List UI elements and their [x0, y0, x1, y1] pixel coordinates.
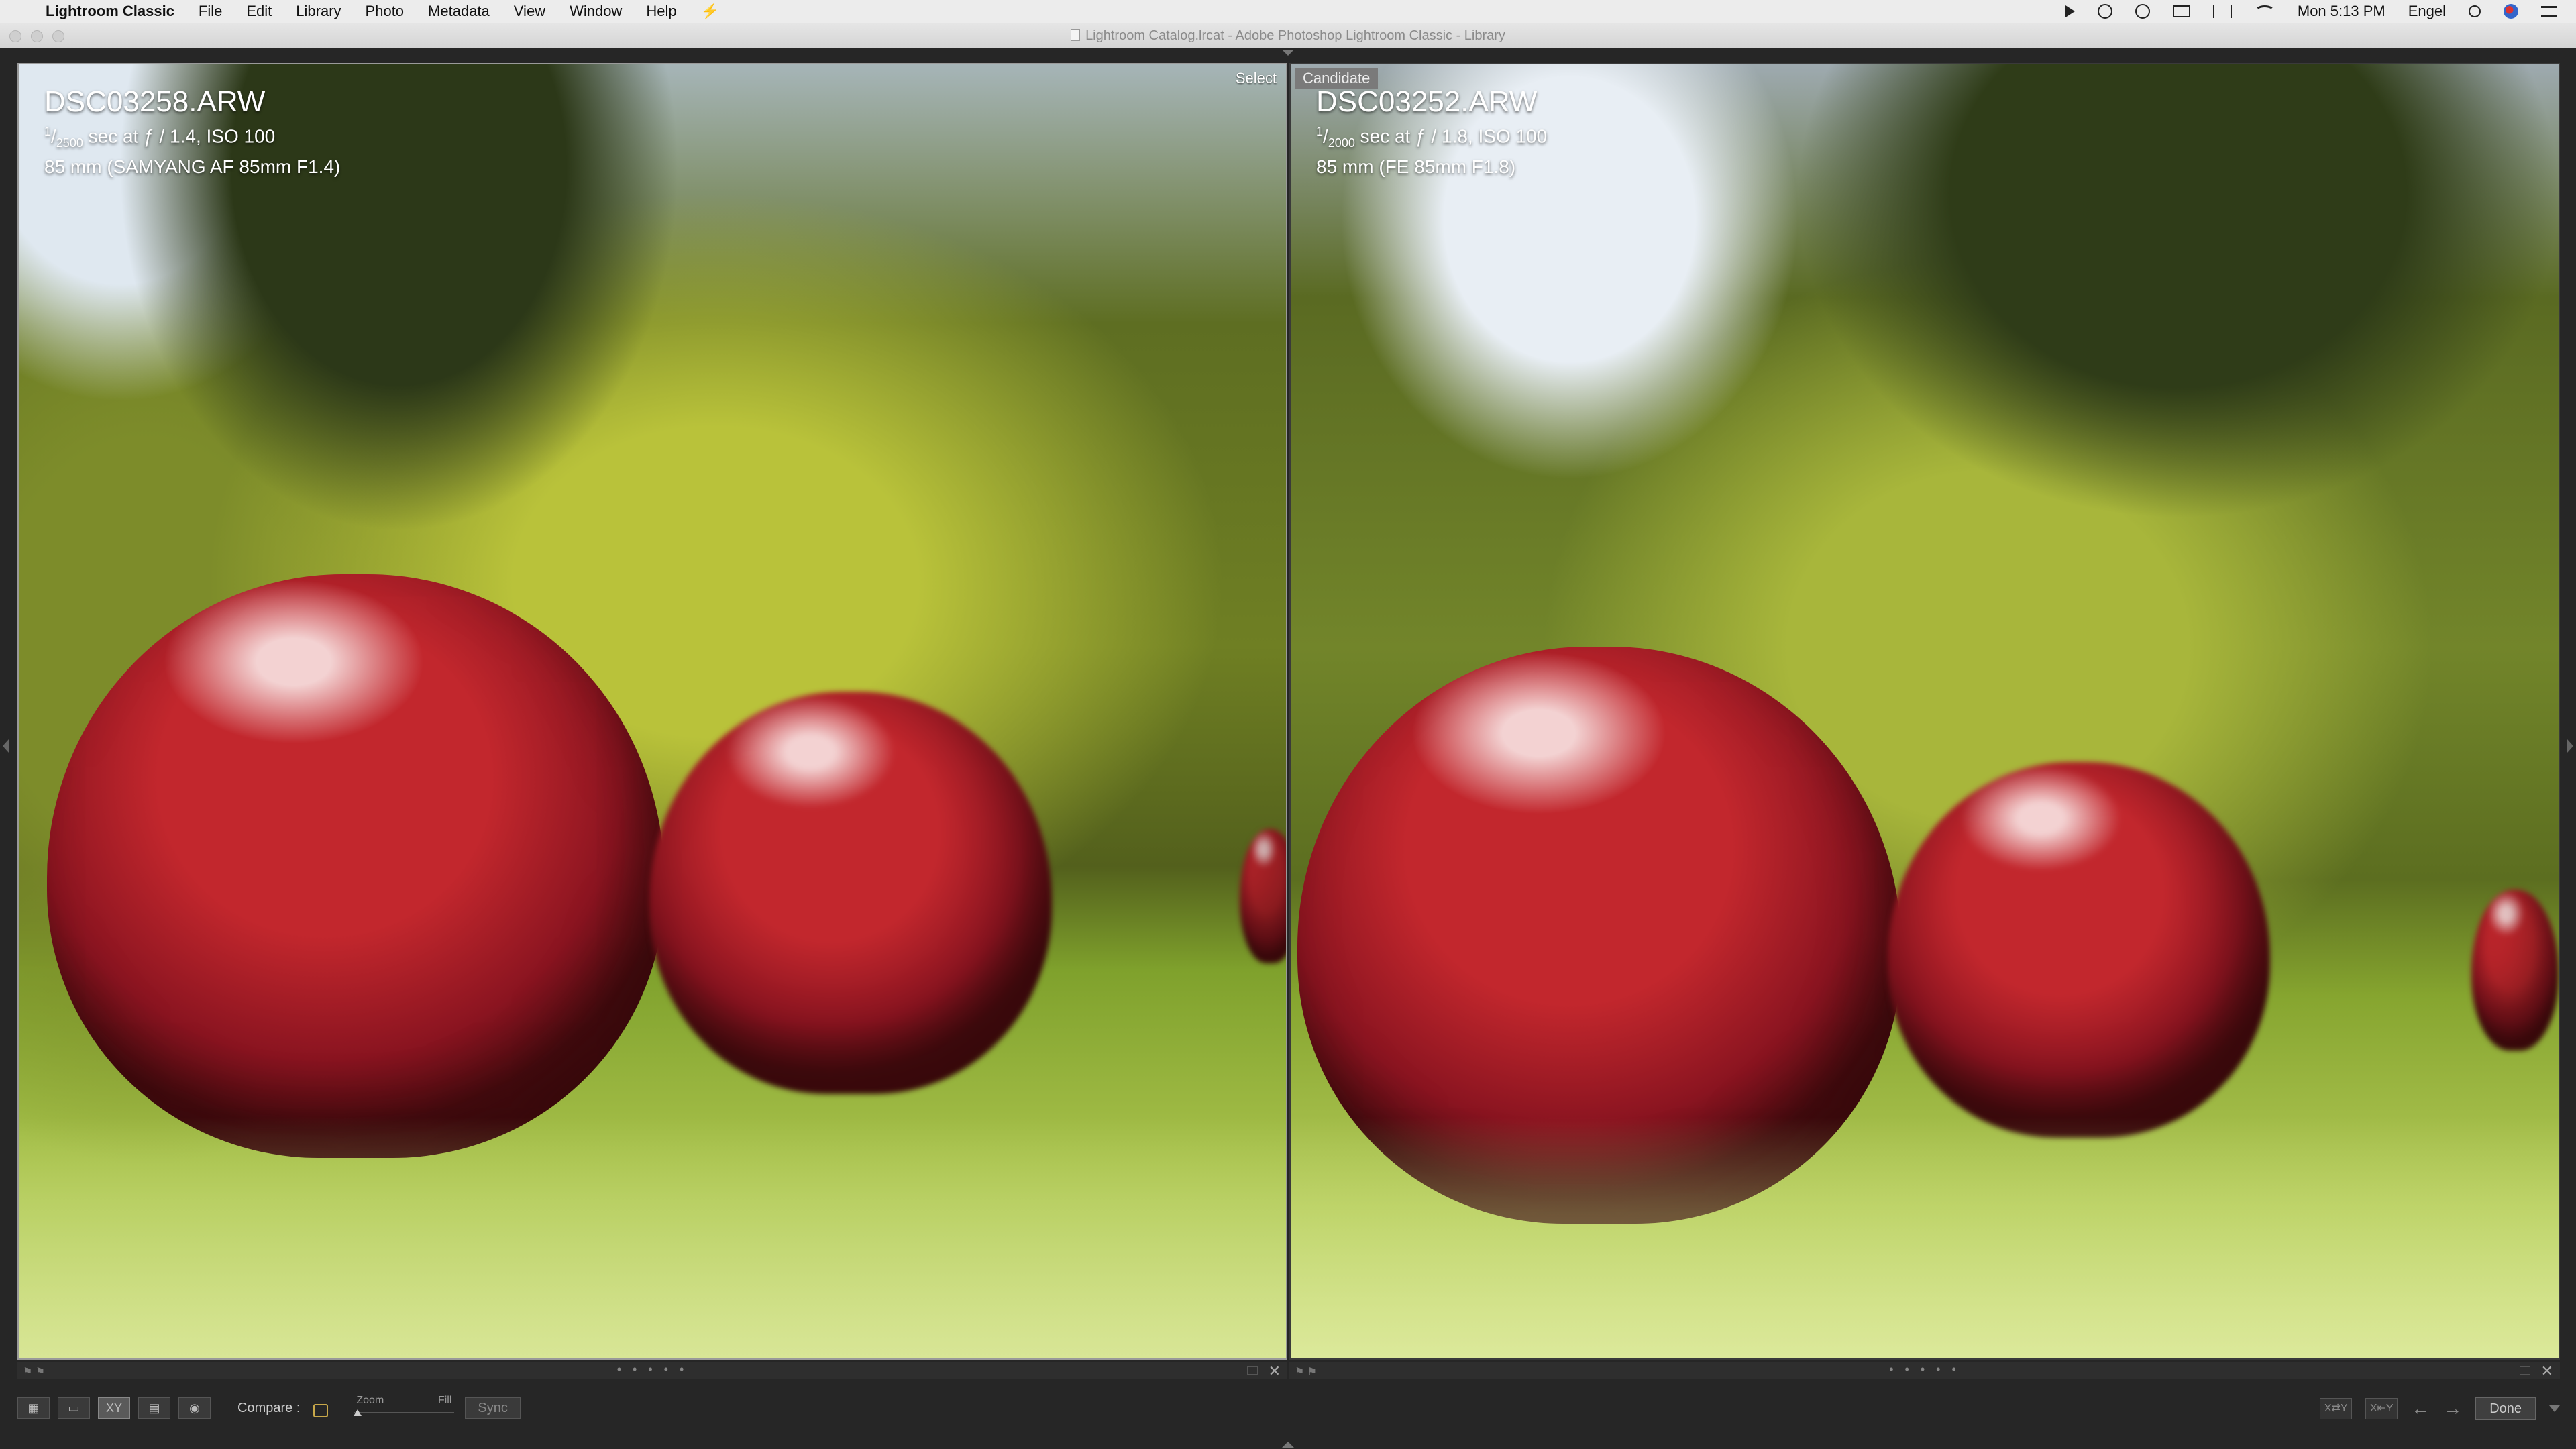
exposure-rest: sec at ƒ / 1.8, ISO 100 — [1354, 125, 1548, 147]
notification-center-icon[interactable] — [2541, 6, 2557, 17]
shutter-numerator: 1 — [44, 125, 52, 138]
flag-icons[interactable]: ⚑ ⚑ — [23, 1365, 45, 1379]
apple-foreground — [47, 574, 664, 1158]
done-button[interactable]: Done — [2475, 1397, 2536, 1420]
photo-info-overlay: DSC03258.ARW 1/2500 sec at ƒ / 1.4, ISO … — [44, 85, 340, 179]
toolbar: ▦ ▭ XY ▤ ◉ Compare : Zoom Fill Sync X⇄Y … — [17, 1391, 2560, 1425]
candidate-photo[interactable]: DSC03252.ARW 1/2000 sec at ƒ / 1.8, ISO … — [1289, 63, 2560, 1360]
sync-button[interactable]: Sync — [465, 1397, 521, 1419]
grass — [19, 1117, 1286, 1358]
script-menu-icon[interactable]: ⚡ — [701, 3, 719, 20]
filename: DSC03258.ARW — [44, 85, 266, 118]
next-arrow-icon[interactable]: → — [2443, 1398, 2462, 1419]
time-machine-icon[interactable] — [2135, 4, 2150, 19]
lock-icon[interactable] — [313, 1404, 329, 1417]
select-pane[interactable]: DSC03258.ARW 1/2500 sec at ƒ / 1.4, ISO … — [17, 63, 1287, 1379]
survey-view-button[interactable]: ▤ — [138, 1397, 170, 1419]
apple-far — [2471, 890, 2559, 1051]
menu-library[interactable]: Library — [296, 3, 341, 20]
search-icon[interactable] — [2469, 5, 2481, 17]
zoom-label: Zoom — [356, 1395, 384, 1406]
make-select-icon[interactable]: X⇤Y — [2365, 1398, 2398, 1419]
user-menu[interactable]: Engel — [2408, 3, 2446, 20]
zoom-track[interactable] — [354, 1412, 455, 1413]
menu-file[interactable]: File — [199, 3, 222, 20]
right-panel-toggle-icon[interactable] — [2567, 739, 2573, 753]
rating-dots[interactable]: • • • • • — [1889, 1362, 1960, 1377]
shutter-denominator: 2000 — [1328, 136, 1355, 150]
previous-arrow-icon[interactable]: ← — [2411, 1398, 2430, 1419]
exposure-info: 1/2500 sec at ƒ / 1.4, ISO 100 — [44, 125, 276, 150]
document-icon — [1071, 29, 1081, 41]
select-photo[interactable]: DSC03258.ARW 1/2500 sec at ƒ / 1.4, ISO … — [17, 63, 1287, 1360]
candidate-badge: Candidate — [1295, 68, 1379, 89]
loupe-view-button[interactable]: ▭ — [58, 1397, 90, 1419]
people-icon: ◉ — [189, 1401, 200, 1415]
color-label-icon[interactable] — [2520, 1366, 2530, 1375]
lens-info: 85 mm (FE 85mm F1.8) — [1316, 156, 1516, 177]
rating-dots[interactable]: • • • • • — [617, 1362, 688, 1377]
menu-metadata[interactable]: Metadata — [428, 3, 490, 20]
menu-photo[interactable]: Photo — [366, 3, 405, 20]
compare-label: Compare : — [237, 1400, 301, 1415]
shutter-denominator: 2500 — [56, 136, 83, 150]
menu-help[interactable]: Help — [646, 3, 676, 20]
app-menu[interactable]: Lightroom Classic — [46, 3, 174, 20]
lens-info: 85 mm (SAMYANG AF 85mm F1.4) — [44, 156, 341, 177]
zoom-window-button[interactable] — [52, 30, 64, 42]
fill-label: Fill — [437, 1395, 452, 1406]
zoom-slider[interactable]: Zoom Fill — [347, 1395, 455, 1421]
compare-view: DSC03258.ARW 1/2500 sec at ƒ / 1.4, ISO … — [0, 48, 2576, 1449]
wifi-icon[interactable] — [2254, 5, 2275, 17]
compare-view-button[interactable]: XY — [98, 1397, 130, 1419]
siri-icon[interactable] — [2504, 4, 2518, 19]
candidate-strip: ⚑ ⚑ • • • • • ✕ — [1289, 1362, 2560, 1379]
people-view-button[interactable]: ◉ — [178, 1397, 211, 1419]
exposure-info: 1/2000 sec at ƒ / 1.8, ISO 100 — [1316, 125, 1548, 150]
menu-edit[interactable]: Edit — [246, 3, 272, 20]
shutter-numerator: 1 — [1316, 125, 1324, 138]
toolbar-menu-icon[interactable] — [2549, 1405, 2560, 1412]
close-candidate-icon[interactable]: ✕ — [2541, 1362, 2553, 1380]
menu-window[interactable]: Window — [570, 3, 622, 20]
window-title: Lightroom Catalog.lrcat - Adobe Photosho… — [1085, 28, 1505, 43]
flag-icons[interactable]: ⚑ ⚑ — [1295, 1365, 1317, 1379]
close-window-button[interactable] — [9, 30, 21, 42]
zoom-thumb[interactable] — [354, 1409, 362, 1416]
top-panel-toggle-icon[interactable] — [1282, 50, 1294, 56]
select-strip: ⚑ ⚑ • • • • • ✕ — [17, 1362, 1287, 1379]
minimize-window-button[interactable] — [31, 30, 43, 42]
grid-icon: ▦ — [28, 1401, 40, 1415]
loupe-icon: ▭ — [68, 1401, 80, 1415]
candidate-pane[interactable]: DSC03252.ARW 1/2000 sec at ƒ / 1.8, ISO … — [1289, 63, 2560, 1379]
menu-view[interactable]: View — [514, 3, 545, 20]
filmstrip-toggle-icon[interactable] — [1282, 1442, 1294, 1448]
close-select-icon[interactable]: ✕ — [1269, 1362, 1281, 1380]
color-label-icon[interactable] — [1247, 1366, 1258, 1375]
grid-view-button[interactable]: ▦ — [17, 1397, 50, 1419]
left-panel-toggle-icon[interactable] — [3, 739, 9, 753]
photo-info-overlay: DSC03252.ARW 1/2000 sec at ƒ / 1.8, ISO … — [1316, 85, 1547, 179]
swap-icon[interactable]: X⇄Y — [2320, 1398, 2353, 1419]
grass — [1291, 1117, 2559, 1358]
window-title-bar: Lightroom Catalog.lrcat - Adobe Photosho… — [0, 23, 2576, 49]
exposure-rest: sec at ƒ / 1.4, ISO 100 — [83, 125, 276, 147]
menu-bar: Lightroom Classic File Edit Library Phot… — [0, 0, 2576, 23]
filename: DSC03252.ARW — [1316, 85, 1538, 118]
select-badge: Select — [1235, 70, 1277, 87]
network-icon[interactable] — [2212, 5, 2232, 18]
apple-background — [649, 692, 1052, 1094]
clock[interactable]: Mon 5:13 PM — [2298, 3, 2385, 20]
toolbar-right: X⇄Y X⇤Y ← → Done — [2320, 1397, 2560, 1420]
airplay-icon[interactable] — [2172, 5, 2190, 17]
survey-icon: ▤ — [148, 1401, 160, 1415]
apple-background — [1888, 762, 2270, 1138]
window-controls — [9, 30, 64, 42]
compare-xy-icon: XY — [105, 1401, 122, 1415]
info-icon[interactable] — [2097, 4, 2112, 19]
forward-icon[interactable] — [2065, 5, 2075, 17]
